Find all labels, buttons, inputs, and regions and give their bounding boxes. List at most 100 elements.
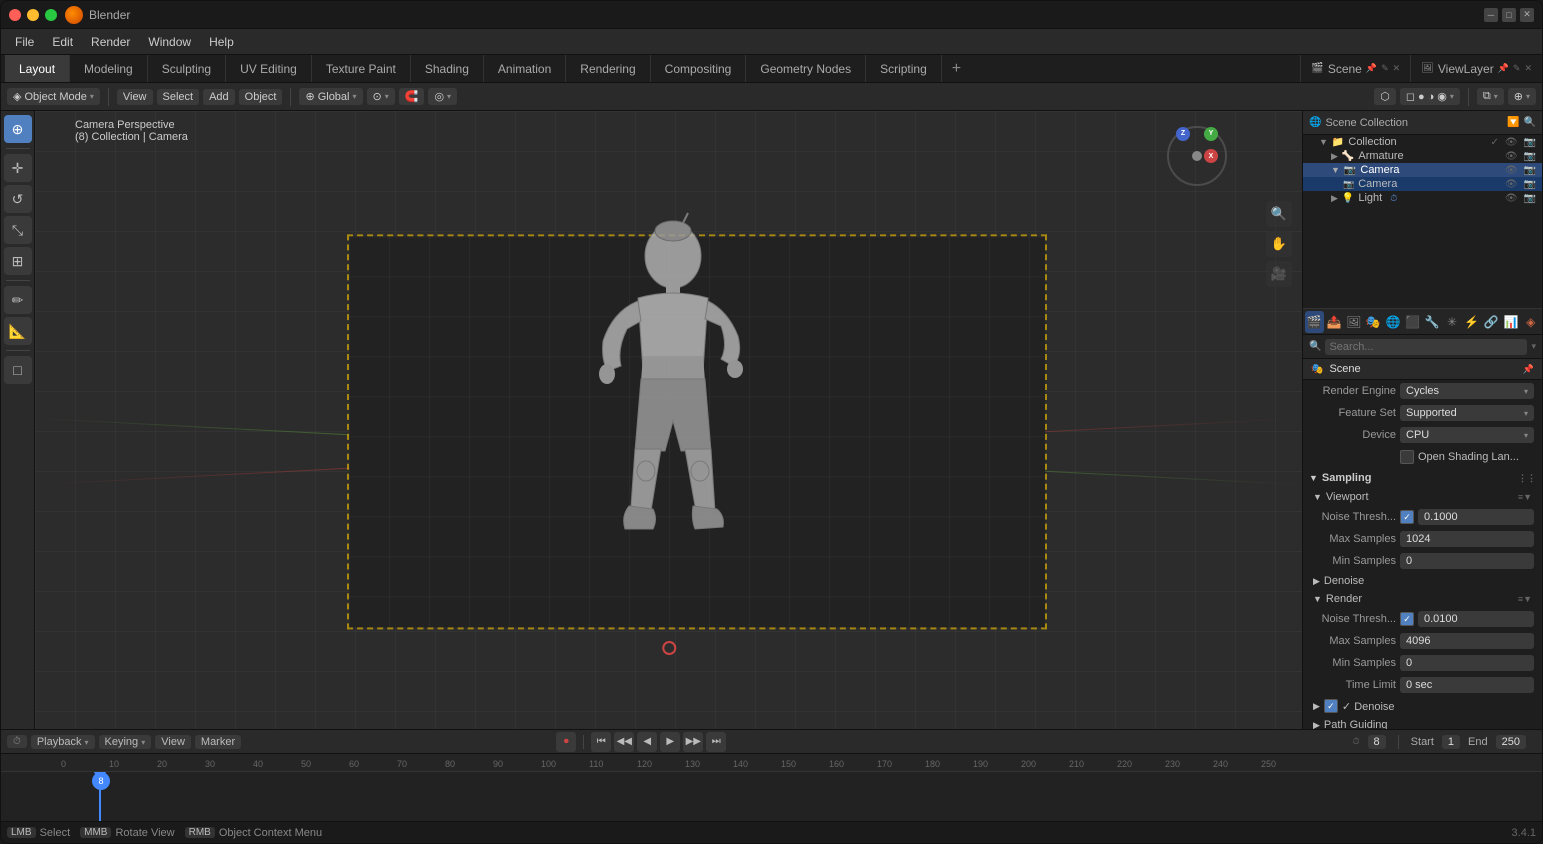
light-render-icon[interactable]: 📷: [1522, 193, 1538, 204]
light-visibility-icon[interactable]: 👁: [1503, 193, 1520, 204]
props-constraints-icon[interactable]: 🔗: [1482, 311, 1501, 333]
props-data-icon[interactable]: 📊: [1502, 311, 1521, 333]
window-restore-btn[interactable]: □: [1502, 8, 1516, 22]
gizmo-toggle[interactable]: ⊕ ▾: [1508, 88, 1536, 105]
camera-data-render-icon[interactable]: 📷: [1522, 179, 1538, 190]
camera-visibility-icon[interactable]: 👁: [1503, 165, 1520, 176]
record-btn[interactable]: ⏺: [556, 732, 576, 752]
end-frame-input[interactable]: 250: [1496, 735, 1526, 749]
min-samples-input[interactable]: 0: [1400, 553, 1534, 569]
props-material-icon[interactable]: ◈: [1521, 311, 1540, 333]
close-button[interactable]: [9, 9, 21, 21]
cursor-tool[interactable]: ⊕: [4, 115, 32, 143]
menu-help[interactable]: Help: [201, 33, 242, 51]
tab-compositing[interactable]: Compositing: [651, 55, 747, 82]
collection-visibility-icon[interactable]: ✓: [1488, 137, 1500, 148]
jump-end-btn[interactable]: ⏭: [706, 732, 726, 752]
time-limit-input[interactable]: 0 sec: [1400, 677, 1534, 693]
scene-selector[interactable]: 🎬 Scene 📌 ✎ ✕: [1300, 55, 1410, 82]
marker-menu[interactable]: Marker: [195, 735, 241, 749]
path-guiding-title[interactable]: ▶ Path Guiding: [1303, 716, 1542, 729]
menu-edit[interactable]: Edit: [44, 33, 81, 51]
props-search-input[interactable]: [1325, 339, 1527, 355]
noise-thresh-input[interactable]: 0.1000: [1418, 509, 1534, 525]
axis-z-dot[interactable]: Z: [1176, 127, 1190, 141]
add-menu[interactable]: Add: [203, 89, 235, 105]
camera-data-visibility-icon[interactable]: 👁: [1503, 179, 1520, 190]
render-noise-thresh-checkbox[interactable]: [1400, 612, 1414, 626]
props-scroll-area[interactable]: Render Engine Cycles ▾ Feature Set Suppo…: [1303, 380, 1542, 729]
viewport-3d[interactable]: Camera Perspective (8) Collection | Came…: [35, 111, 1302, 729]
props-physics-icon[interactable]: ⚡: [1462, 311, 1481, 333]
step-back-btn[interactable]: ◀◀: [614, 732, 634, 752]
props-scene-icon[interactable]: 🎭: [1364, 311, 1383, 333]
tab-shading[interactable]: Shading: [411, 55, 484, 82]
props-modifier-icon[interactable]: 🔧: [1423, 311, 1442, 333]
tab-layout[interactable]: Layout: [5, 55, 70, 82]
outliner-search-icon[interactable]: 🔍: [1524, 117, 1536, 128]
outliner-item-collection[interactable]: ▼ 📁 Collection ✓ 👁 📷: [1303, 135, 1542, 149]
menu-window[interactable]: Window: [140, 33, 199, 51]
step-fwd-btn[interactable]: ▶▶: [683, 732, 703, 752]
viewport-overlay[interactable]: ⧉ ▾: [1477, 88, 1504, 105]
mode-selector[interactable]: ◈ Object Mode ▾: [7, 88, 100, 105]
render-list-icon[interactable]: ≡▼: [1518, 594, 1532, 604]
props-pin-icon[interactable]: 📌: [1523, 364, 1534, 375]
annotate-tool[interactable]: ✏: [4, 286, 32, 314]
sampling-section-title[interactable]: ▼ Sampling ⋮⋮: [1303, 468, 1542, 488]
tab-scripting[interactable]: Scripting: [866, 55, 942, 82]
timeline-mode-icon[interactable]: ⏱: [7, 735, 27, 748]
tab-geometry-nodes[interactable]: Geometry Nodes: [746, 55, 866, 82]
render-engine-selector[interactable]: Cycles ▾: [1400, 383, 1534, 399]
render-denoise-checkbox[interactable]: [1324, 699, 1338, 713]
menu-file[interactable]: File: [7, 33, 42, 51]
props-particles-icon[interactable]: ✳: [1443, 311, 1462, 333]
viewlayer-selector[interactable]: 🖼 ViewLayer 📌 ✎ ✕: [1410, 55, 1542, 82]
maximize-button[interactable]: [45, 9, 57, 21]
viewport-list-icon[interactable]: ≡▼: [1518, 492, 1532, 502]
object-menu[interactable]: Object: [239, 89, 283, 105]
window-min-btn[interactable]: ─: [1484, 8, 1498, 22]
armature-render-icon[interactable]: 📷: [1522, 151, 1538, 162]
tab-sculpting[interactable]: Sculpting: [148, 55, 226, 82]
add-cube-tool[interactable]: □: [4, 356, 32, 384]
transform-tool[interactable]: ⊞: [4, 247, 32, 275]
jump-start-btn[interactable]: ⏮: [591, 732, 611, 752]
transform-space[interactable]: ⊕ Global ▾: [299, 88, 362, 105]
step-back-1-btn[interactable]: ◀: [637, 732, 657, 752]
collection-camera-icon[interactable]: 📷: [1522, 137, 1538, 148]
xray-toggle[interactable]: ⬡: [1374, 88, 1396, 105]
tab-animation[interactable]: Animation: [484, 55, 566, 82]
tab-rendering[interactable]: Rendering: [566, 55, 650, 82]
shading-selector[interactable]: ◻ ● ◑ ◉ ▾: [1400, 88, 1460, 105]
measure-tool[interactable]: 📐: [4, 317, 32, 345]
play-btn[interactable]: ▶: [660, 732, 680, 752]
select-menu[interactable]: Select: [157, 89, 200, 105]
outliner-item-camera[interactable]: ▼ 📷 Camera 👁 📷: [1303, 163, 1542, 177]
rotate-tool[interactable]: ↺: [4, 185, 32, 213]
render-max-samples-input[interactable]: 4096: [1400, 633, 1534, 649]
snap-toggle[interactable]: 🧲: [399, 88, 425, 105]
timeline-view-menu[interactable]: View: [155, 735, 191, 749]
props-output-icon[interactable]: 📤: [1325, 311, 1344, 333]
noise-thresh-checkbox[interactable]: [1400, 510, 1414, 524]
start-frame-input[interactable]: 1: [1442, 735, 1460, 749]
proportional-edit[interactable]: ◎ ▾: [428, 88, 457, 105]
render-sub-title[interactable]: ▼ Render ≡▼: [1303, 590, 1542, 608]
max-samples-input[interactable]: 1024: [1400, 531, 1534, 547]
outliner-item-camera-data[interactable]: 📷 Camera 👁 📷: [1303, 177, 1542, 191]
camera-render-icon[interactable]: 📷: [1522, 165, 1538, 176]
armature-visibility-icon[interactable]: 👁: [1503, 151, 1520, 162]
hand-pan-btn[interactable]: ✋: [1266, 231, 1292, 257]
sampling-menu-icon[interactable]: ⋮⋮: [1518, 473, 1536, 484]
pivot-selector[interactable]: ⊙ ▾: [367, 88, 395, 105]
view-menu[interactable]: View: [117, 89, 153, 105]
current-frame-display[interactable]: 8: [1368, 735, 1386, 749]
viewport-sub-title[interactable]: ▼ Viewport ≡▼: [1303, 488, 1542, 506]
collection-render-icon[interactable]: 👁: [1503, 137, 1520, 148]
axis-navigation-widget[interactable]: X Y Z: [1162, 121, 1232, 191]
move-tool[interactable]: ✛: [4, 154, 32, 182]
denoise-sub-title[interactable]: ▶ Denoise: [1303, 572, 1542, 590]
open-shading-checkbox[interactable]: [1400, 450, 1414, 464]
feature-set-selector[interactable]: Supported ▾: [1400, 405, 1534, 421]
